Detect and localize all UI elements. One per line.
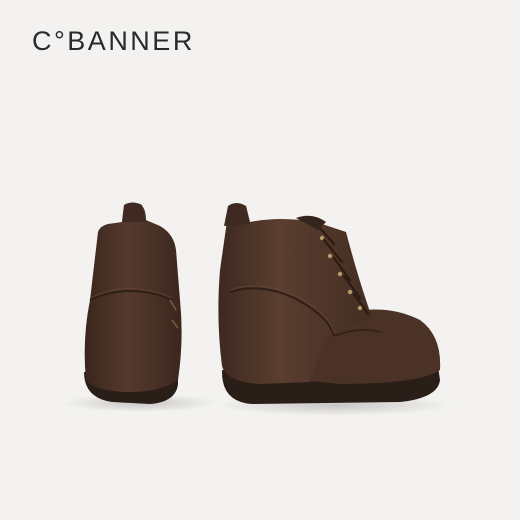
brand-logo: C°BANNER: [32, 26, 195, 56]
left-boot-pull-tab: [122, 202, 146, 222]
right-boot: [218, 203, 441, 404]
product-photo: [62, 202, 453, 416]
product-image-canvas: C°BANNER: [0, 0, 520, 520]
left-boot: [84, 202, 182, 404]
